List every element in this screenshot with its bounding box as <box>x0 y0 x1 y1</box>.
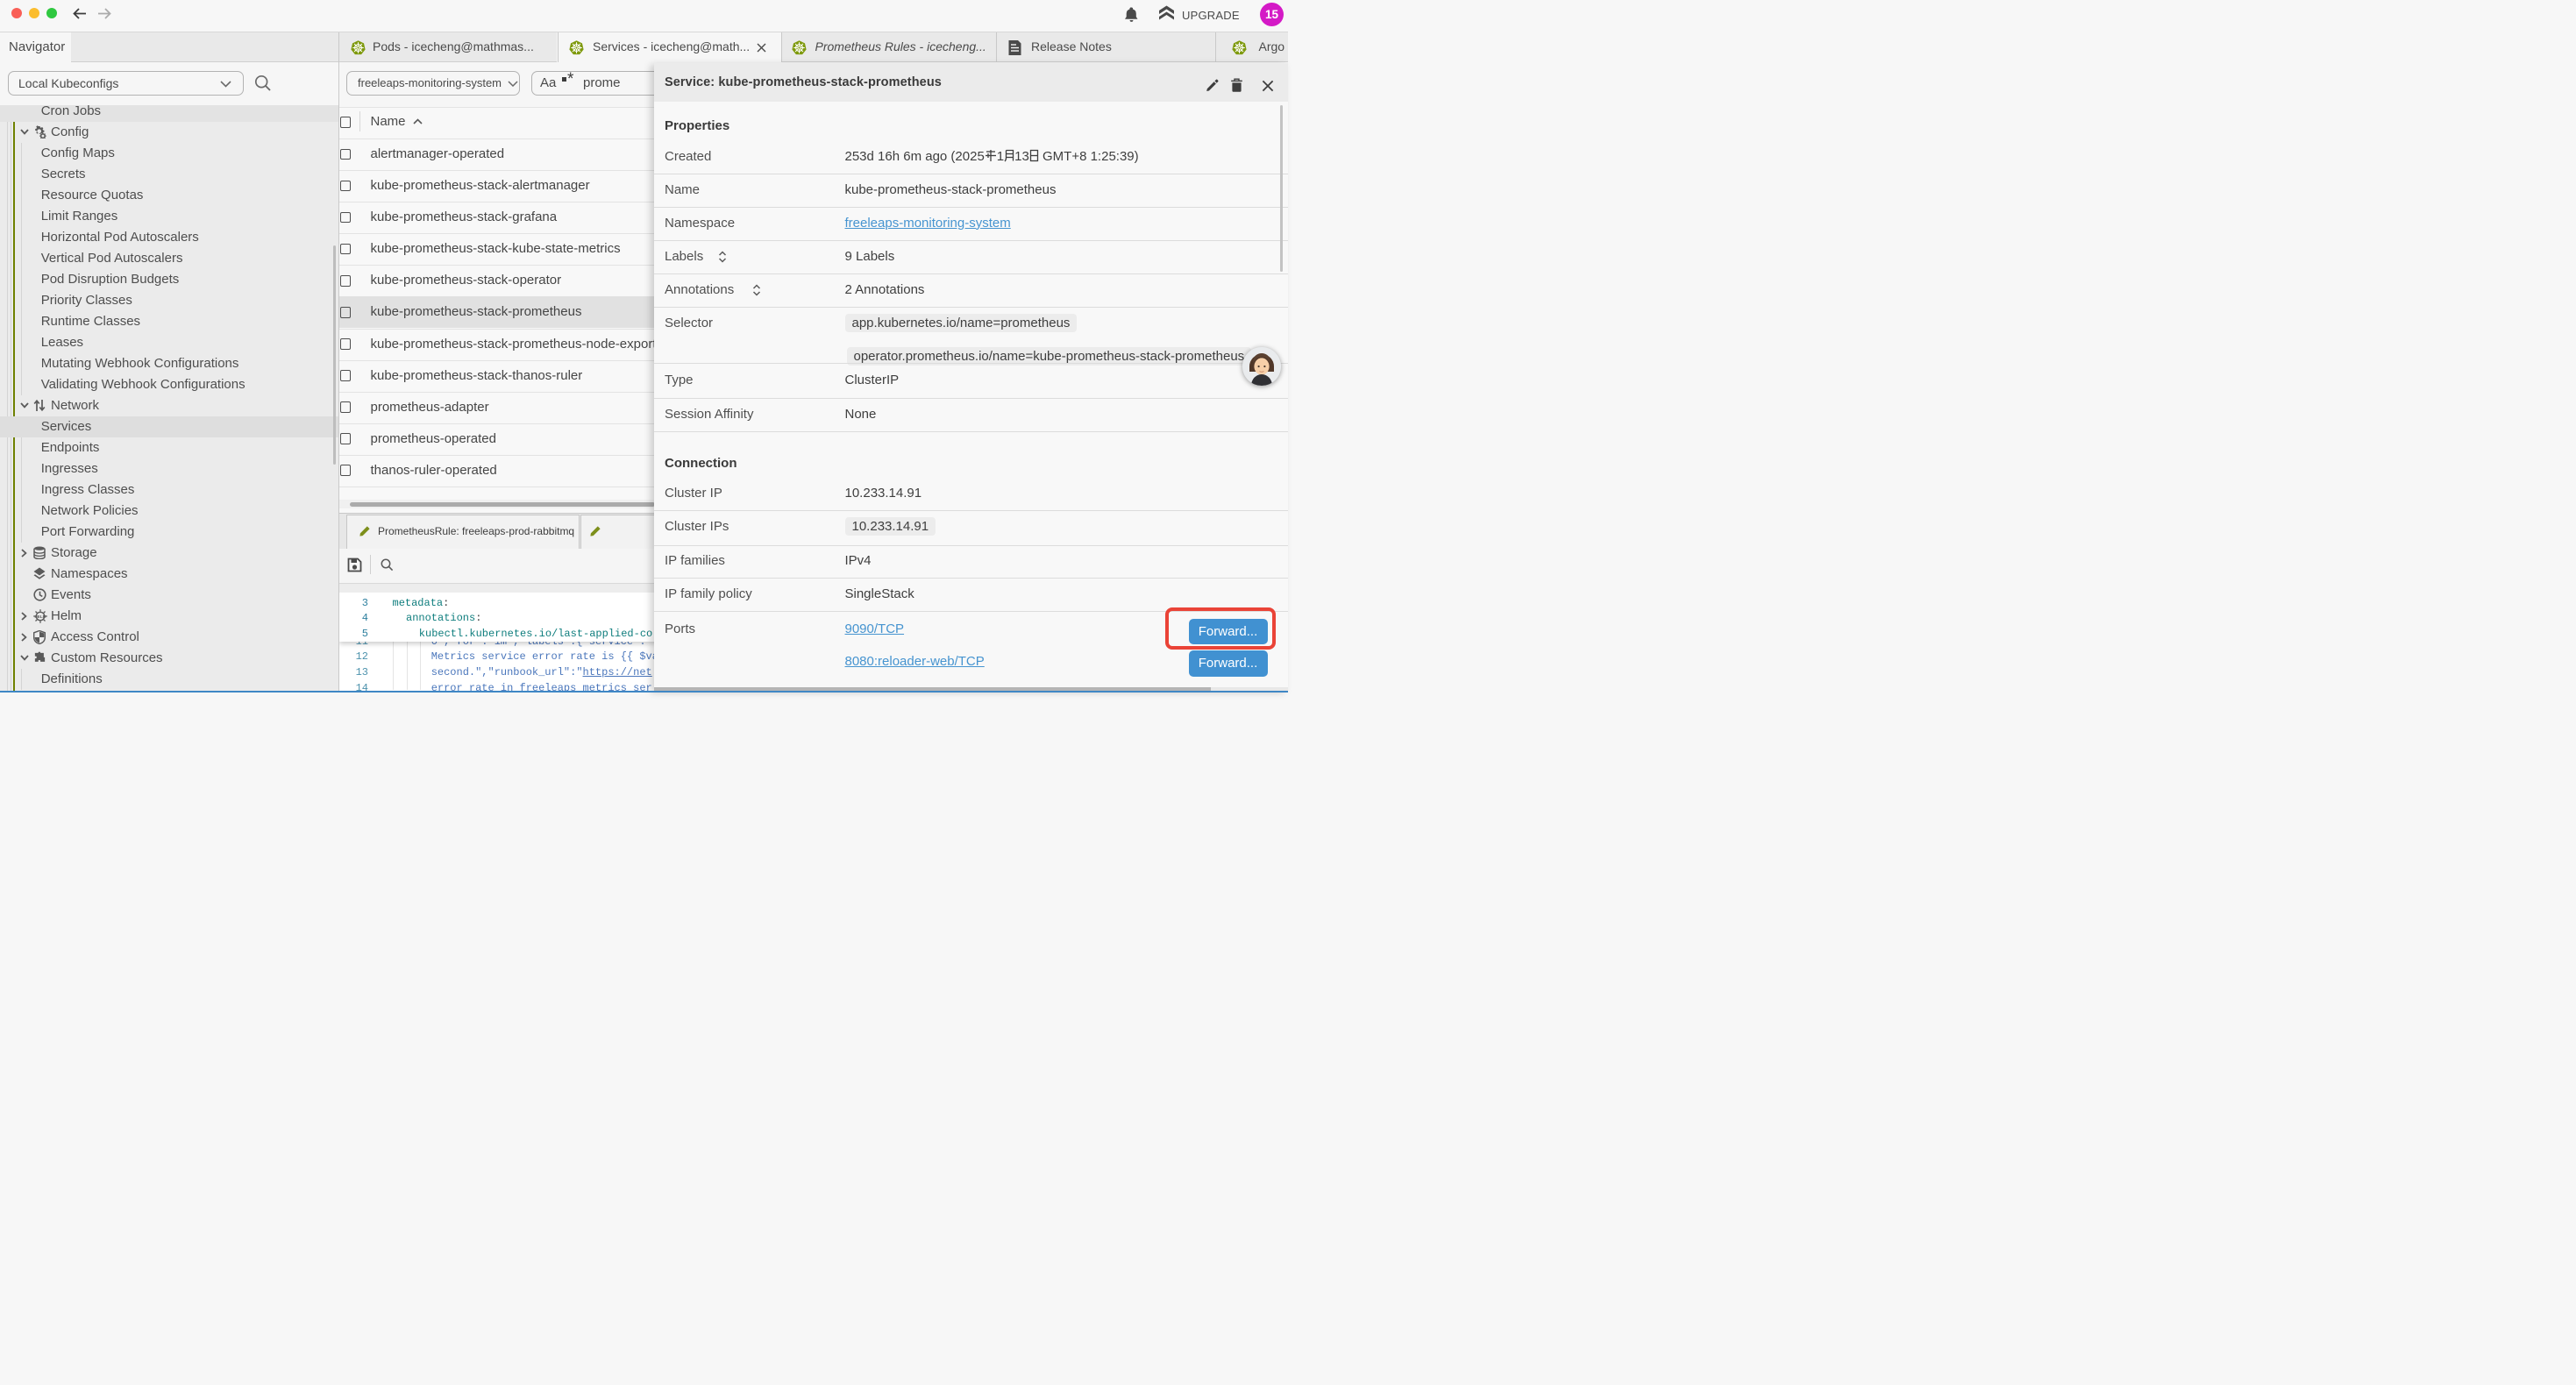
svg-text:HELM: HELM <box>34 614 46 619</box>
